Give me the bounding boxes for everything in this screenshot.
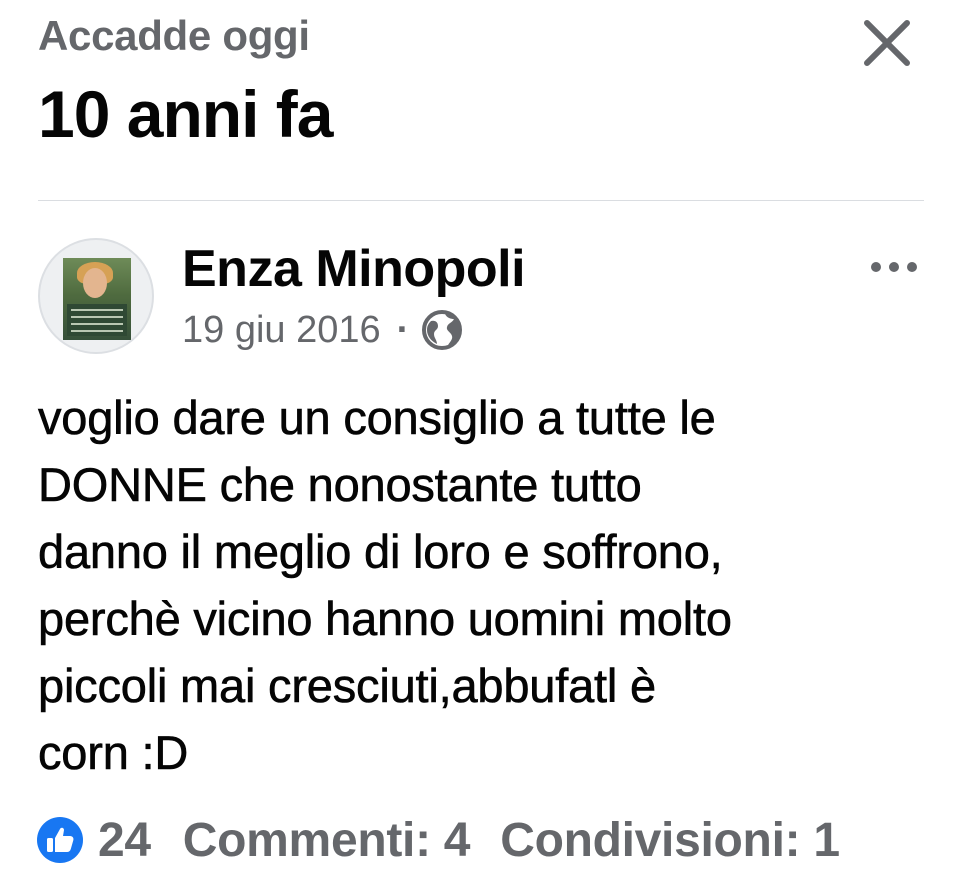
post-meta: 19 giu 2016 · bbox=[182, 306, 463, 354]
shares-count[interactable]: Condivisioni: 1 bbox=[500, 813, 840, 868]
post-text-line: voglio dare un consiglio a tutte le bbox=[38, 391, 716, 445]
post-date[interactable]: 19 giu 2016 bbox=[182, 306, 381, 354]
like-icon[interactable] bbox=[36, 816, 84, 864]
post-text-line: DONNE che nonostante tutto bbox=[38, 458, 642, 512]
avatar[interactable] bbox=[38, 238, 154, 354]
meta-separator: · bbox=[396, 309, 410, 351]
like-count[interactable]: 24 bbox=[98, 813, 151, 868]
header-divider bbox=[38, 200, 924, 201]
close-icon[interactable] bbox=[858, 14, 916, 72]
post-text: voglio dare un consiglio a tutte le DONN… bbox=[38, 384, 928, 786]
post-text-line: danno il meglio di loro e soffrono, bbox=[38, 525, 723, 579]
more-options-icon[interactable] bbox=[866, 250, 922, 284]
avatar-photo bbox=[63, 258, 131, 340]
post-text-line: piccoli mai cresciuti,abbufatl è bbox=[38, 659, 657, 713]
post-stats-bar: 24 Commenti: 4 Condivisioni: 1 bbox=[36, 812, 840, 868]
header-subtitle: Accadde oggi bbox=[38, 12, 310, 59]
page-title: 10 anni fa bbox=[38, 77, 333, 151]
post-text-line: corn :D bbox=[38, 726, 189, 780]
post-text-line: perchè vicino hanno uomini molto bbox=[38, 592, 733, 646]
author-name[interactable]: Enza Minopoli bbox=[182, 238, 526, 300]
globe-icon[interactable] bbox=[421, 309, 463, 351]
comments-count[interactable]: Commenti: 4 bbox=[183, 813, 471, 868]
